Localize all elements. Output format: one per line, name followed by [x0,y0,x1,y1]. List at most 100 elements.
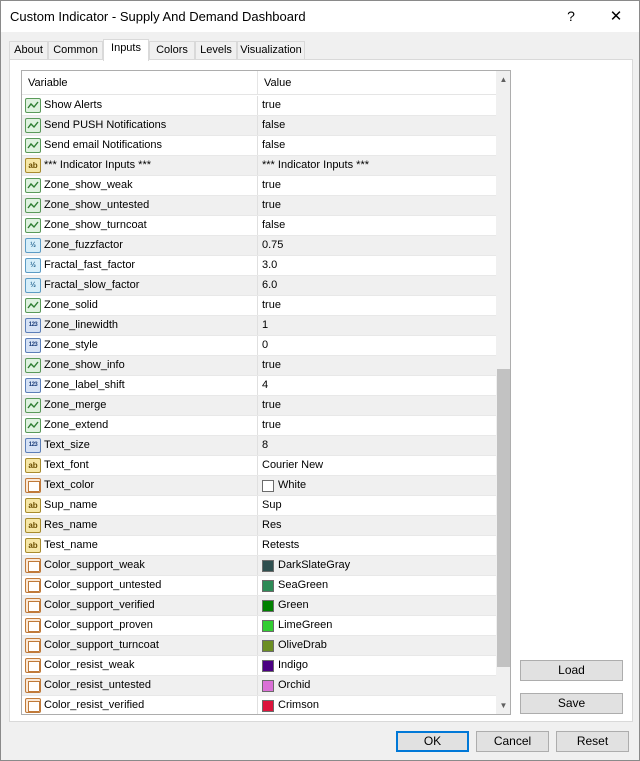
variable-cell[interactable]: ab Res_name [22,516,258,535]
value-cell[interactable]: false [259,216,496,235]
value-cell[interactable]: true [259,196,496,215]
table-row[interactable]: Zone_show_weak true [22,176,496,196]
variable-cell[interactable]: ab Sup_name [22,496,258,515]
value-cell[interactable]: DarkSlateGray [259,556,496,575]
table-row[interactable]: 123 Zone_linewidth 1 [22,316,496,336]
variable-cell[interactable]: Zone_merge [22,396,258,415]
table-row[interactable]: ab Res_name Res [22,516,496,536]
value-cell[interactable]: true [259,396,496,415]
value-cell[interactable]: 8 [259,436,496,455]
value-cell[interactable]: false [259,136,496,155]
variable-cell[interactable]: Zone_solid [22,296,258,315]
variable-cell[interactable]: Color_support_verified [22,596,258,615]
variable-cell[interactable]: 123 Text_size [22,436,258,455]
value-cell[interactable]: 0 [259,336,496,355]
table-row[interactable]: ab Sup_name Sup [22,496,496,516]
table-row[interactable]: Zone_show_info true [22,356,496,376]
scroll-up-arrow-icon[interactable]: ▲ [496,71,510,88]
variable-cell[interactable]: Zone_extend [22,416,258,435]
table-row[interactable]: Show Alerts true [22,96,496,116]
variable-cell[interactable]: Color_resist_untested [22,676,258,695]
variable-cell[interactable]: ab *** Indicator Inputs *** [22,156,258,175]
variable-cell[interactable]: 123 Zone_style [22,336,258,355]
variable-cell[interactable]: Show Alerts [22,96,258,115]
variable-cell[interactable]: Color_support_untested [22,576,258,595]
load-button[interactable]: Load [520,660,623,681]
value-cell[interactable]: LimeGreen [259,616,496,635]
variable-cell[interactable]: 123 Zone_linewidth [22,316,258,335]
value-cell[interactable]: true [259,176,496,195]
value-cell[interactable]: White [259,476,496,495]
table-row[interactable]: Color_support_turncoat OliveDrab [22,636,496,656]
table-row[interactable]: ab Text_font Courier New [22,456,496,476]
table-row[interactable]: 123 Text_size 8 [22,436,496,456]
variable-cell[interactable]: Color_support_proven [22,616,258,635]
table-row[interactable]: Color_resist_weak Indigo [22,656,496,676]
table-row[interactable]: ½ Fractal_slow_factor 6.0 [22,276,496,296]
help-button[interactable]: ? [549,1,593,32]
variable-cell[interactable]: Zone_show_info [22,356,258,375]
scrollbar-thumb[interactable] [497,369,510,667]
value-cell[interactable]: OliveDrab [259,636,496,655]
table-row[interactable]: Color_support_weak DarkSlateGray [22,556,496,576]
table-row[interactable]: ab Test_name Retests [22,536,496,556]
value-cell[interactable]: true [259,416,496,435]
table-row[interactable]: Send PUSH Notifications false [22,116,496,136]
table-row[interactable]: Zone_extend true [22,416,496,436]
close-button[interactable]: ✕ [593,1,639,32]
variable-cell[interactable]: Color_resist_weak [22,656,258,675]
ok-button[interactable]: OK [396,731,469,752]
variable-cell[interactable]: Zone_show_untested [22,196,258,215]
column-header-value[interactable]: Value [258,71,496,95]
save-button[interactable]: Save [520,693,623,714]
cancel-button[interactable]: Cancel [476,731,549,752]
variable-cell[interactable]: Color_resist_verified [22,696,258,714]
table-row[interactable]: Zone_show_turncoat false [22,216,496,236]
variable-cell[interactable]: ½ Fractal_fast_factor [22,256,258,275]
variable-cell[interactable]: Text_color [22,476,258,495]
variable-cell[interactable]: Color_support_turncoat [22,636,258,655]
value-cell[interactable]: 1 [259,316,496,335]
value-cell[interactable]: 6.0 [259,276,496,295]
variable-cell[interactable]: Zone_show_turncoat [22,216,258,235]
table-row[interactable]: Zone_show_untested true [22,196,496,216]
table-row[interactable]: Color_resist_verified Crimson [22,696,496,714]
table-row[interactable]: Text_color White [22,476,496,496]
value-cell[interactable]: Courier New [259,456,496,475]
table-row[interactable]: ½ Zone_fuzzfactor 0.75 [22,236,496,256]
tab-inputs[interactable]: Inputs [103,39,149,61]
table-row[interactable]: Color_support_verified Green [22,596,496,616]
variable-cell[interactable]: ½ Zone_fuzzfactor [22,236,258,255]
table-row[interactable]: Color_support_untested SeaGreen [22,576,496,596]
variable-cell[interactable]: ab Test_name [22,536,258,555]
value-cell[interactable]: Indigo [259,656,496,675]
table-row[interactable]: Color_support_proven LimeGreen [22,616,496,636]
reset-button[interactable]: Reset [556,731,629,752]
value-cell[interactable]: *** Indicator Inputs *** [259,156,496,175]
tab-colors[interactable]: Colors [149,41,195,60]
value-cell[interactable]: 3.0 [259,256,496,275]
value-cell[interactable]: true [259,356,496,375]
table-row[interactable]: Zone_solid true [22,296,496,316]
table-row[interactable]: Send email Notifications false [22,136,496,156]
variable-cell[interactable]: Send PUSH Notifications [22,116,258,135]
table-row[interactable]: ab *** Indicator Inputs *** *** Indicator … [22,156,496,176]
tab-levels[interactable]: Levels [195,41,237,60]
value-cell[interactable]: true [259,296,496,315]
value-cell[interactable]: Crimson [259,696,496,714]
value-cell[interactable]: Sup [259,496,496,515]
table-row[interactable]: Zone_merge true [22,396,496,416]
variable-cell[interactable]: ½ Fractal_slow_factor [22,276,258,295]
value-cell[interactable]: Green [259,596,496,615]
tab-visualization[interactable]: Visualization [237,41,305,60]
table-row[interactable]: 123 Zone_style 0 [22,336,496,356]
variable-cell[interactable]: Send email Notifications [22,136,258,155]
value-cell[interactable]: 0.75 [259,236,496,255]
variable-cell[interactable]: 123 Zone_label_shift [22,376,258,395]
value-cell[interactable]: Retests [259,536,496,555]
value-cell[interactable]: Res [259,516,496,535]
tab-common[interactable]: Common [48,41,103,60]
value-cell[interactable]: Orchid [259,676,496,695]
variable-cell[interactable]: ab Text_font [22,456,258,475]
value-cell[interactable]: true [259,96,496,115]
